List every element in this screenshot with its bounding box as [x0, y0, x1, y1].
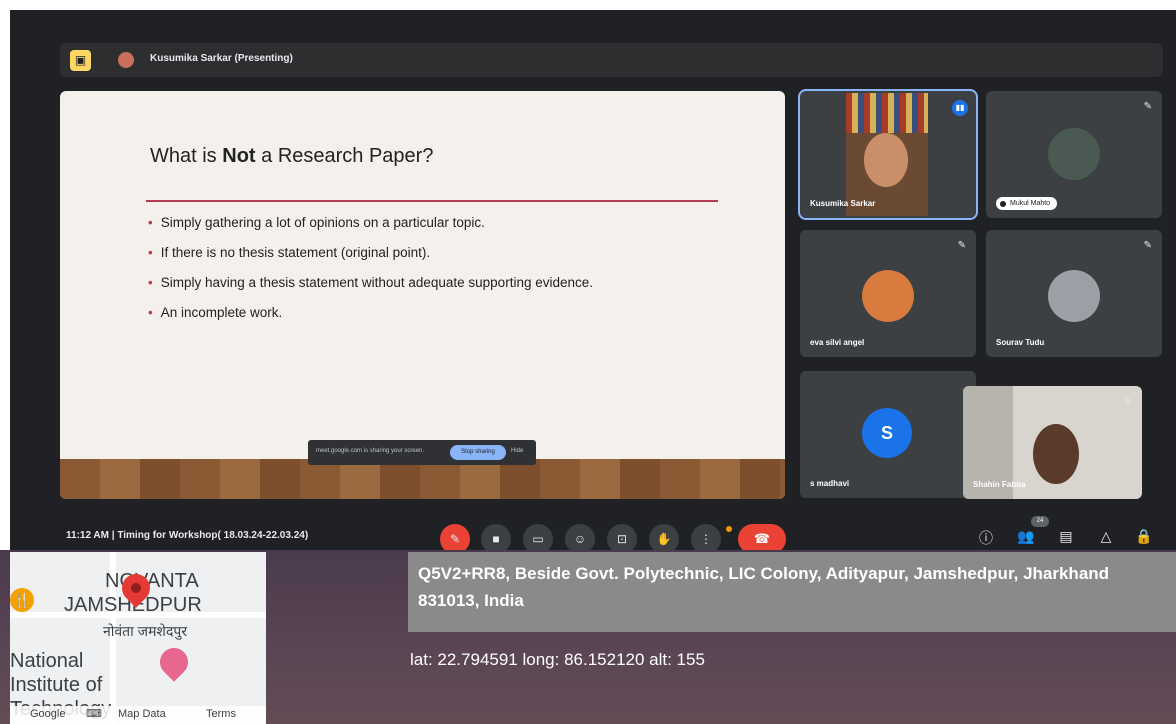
participant-name: Sourav Tudu	[996, 338, 1045, 347]
slide-bullet: • If there is no thesis statement (origin…	[148, 245, 593, 260]
bullet-dot: •	[148, 215, 153, 230]
slide-title-prefix: What is	[150, 145, 223, 167]
map-thumbnail[interactable]: NOVANTA JAMSHEDPUR नोवंता जमशेदपुर Natio…	[10, 552, 266, 724]
participant-tile[interactable]: S s madhavi	[800, 371, 976, 498]
participant-tile[interactable]: ✎ eva silvi angel	[800, 230, 976, 357]
slide-bullets: • Simply gathering a lot of opinions on a…	[148, 215, 593, 335]
stop-sharing-button[interactable]: Stop sharing	[450, 445, 506, 460]
map-label: Institute of	[10, 674, 103, 696]
mic-off-icon: ✎	[1123, 396, 1132, 407]
participant-face	[864, 133, 908, 187]
avatar	[1048, 270, 1100, 322]
participant-name: Kusumika Sarkar	[810, 199, 876, 208]
bullet-text: Simply gathering a lot of opinions on a …	[160, 215, 485, 230]
address-box: Q5V2+RR8, Beside Govt. Polytechnic, LIC …	[408, 552, 1176, 632]
people-count-badge: 24	[1031, 516, 1049, 527]
bookshelf	[846, 93, 928, 133]
chat-icon[interactable]: ▤	[1056, 528, 1076, 545]
presentation-icon[interactable]: ▣	[70, 50, 91, 71]
bullet-text: An incomplete work.	[160, 305, 283, 320]
participant-tile[interactable]: ✎ Sourav Tudu	[986, 230, 1162, 357]
present-button[interactable]: ⊡	[607, 524, 637, 550]
participant-tile[interactable]: ✎ Mukul Mahto	[986, 91, 1162, 218]
camera-toggle-button[interactable]: ■	[481, 524, 511, 550]
captions-button[interactable]: ▭	[523, 524, 553, 550]
bullet-dot: •	[148, 305, 153, 320]
map-label-hindi: नोवंता जमशेदपुर	[103, 623, 188, 639]
participant-name: s madhavi	[810, 479, 850, 488]
meet-window: ▣ Kusumika Sarkar (Presenting) What is N…	[10, 10, 1176, 550]
people-icon[interactable]: 👥	[1016, 528, 1036, 545]
avatar: S	[862, 408, 912, 458]
bullet-text: Simply having a thesis statement without…	[160, 275, 593, 290]
slide-floor-image	[60, 459, 785, 499]
google-logo: Google	[30, 708, 66, 720]
emoji-button[interactable]: ☺	[565, 524, 595, 550]
hotel-poi-icon	[154, 642, 194, 682]
slide-title-suffix: a Research Paper?	[255, 145, 434, 167]
screen-share-bar: meet.google.com is sharing your screen. …	[308, 440, 536, 465]
participant-name-pill: Mukul Mahto	[996, 197, 1058, 210]
shared-slide: What is Not a Research Paper? • Simply ga…	[60, 91, 785, 499]
map-data-link[interactable]: Map Data	[118, 708, 166, 720]
more-options-button[interactable]: ⋮	[691, 524, 721, 550]
participant-tile[interactable]: ▮▮ Kusumika Sarkar	[798, 89, 978, 220]
presenter-name: Kusumika Sarkar (Presenting)	[150, 53, 293, 64]
slide-divider	[146, 200, 718, 202]
leave-call-button[interactable]: ☎	[738, 524, 786, 550]
slide-title: What is Not a Research Paper?	[150, 145, 433, 168]
raise-hand-button[interactable]: ✋	[649, 524, 679, 550]
share-status-text: meet.google.com is sharing your screen.	[316, 448, 425, 454]
presenter-bar: ▣ Kusumika Sarkar (Presenting)	[60, 43, 1163, 77]
presenter-avatar	[118, 52, 134, 68]
host-controls-icon[interactable]: 🔒	[1134, 528, 1154, 545]
slide-bullet: • Simply having a thesis statement withou…	[148, 275, 593, 290]
notification-dot	[726, 526, 732, 532]
avatar	[1048, 128, 1100, 180]
keyboard-icon[interactable]: ⌨	[86, 707, 102, 720]
bullet-text: If there is no thesis statement (origina…	[160, 245, 431, 260]
slide-title-bold: Not	[222, 145, 256, 167]
bullet-dot: •	[148, 245, 153, 260]
mic-toggle-button[interactable]: ✎	[440, 524, 470, 550]
slide-bullet: • Simply gathering a lot of opinions on a…	[148, 215, 593, 230]
avatar	[862, 270, 914, 322]
location-overlay: NOVANTA JAMSHEDPUR नोवंता जमशेदपुर Natio…	[0, 550, 1176, 724]
participant-name: eva silvi angel	[810, 338, 865, 347]
self-view-video[interactable]: ✎ Shahin Fatma	[963, 386, 1142, 499]
map-label: National	[10, 650, 84, 672]
map-footer: Google ⌨ Map Data Terms	[10, 706, 266, 724]
slide-bullet: • An incomplete work.	[148, 305, 593, 320]
mic-off-icon: ✎	[1143, 101, 1152, 112]
meeting-controls: 11:12 AM | Timing for Workshop( 18.03.24…	[10, 516, 1176, 550]
address-text: Q5V2+RR8, Beside Govt. Polytechnic, LIC …	[418, 564, 1110, 610]
restaurant-poi-icon: 🍴	[10, 588, 34, 612]
participant-video	[846, 93, 928, 216]
mic-off-icon: ✎	[957, 240, 966, 251]
terms-link[interactable]: Terms	[206, 708, 236, 720]
coordinates-text: lat: 22.794591 long: 86.152120 alt: 155	[410, 650, 705, 669]
mic-off-icon: ✎	[1143, 240, 1152, 251]
bullet-dot: •	[148, 275, 153, 290]
activities-icon[interactable]: △	[1096, 528, 1116, 545]
speaking-indicator-icon: ▮▮	[952, 100, 968, 116]
info-icon[interactable]: ⓘ	[976, 528, 996, 548]
map-label: NOVANTA	[105, 570, 199, 592]
meeting-time-label: 11:12 AM | Timing for Workshop( 18.03.24…	[66, 530, 309, 541]
participant-face	[1033, 424, 1079, 484]
hide-share-bar-button[interactable]: Hide	[511, 448, 523, 454]
participant-name: Shahin Fatma	[973, 480, 1026, 489]
